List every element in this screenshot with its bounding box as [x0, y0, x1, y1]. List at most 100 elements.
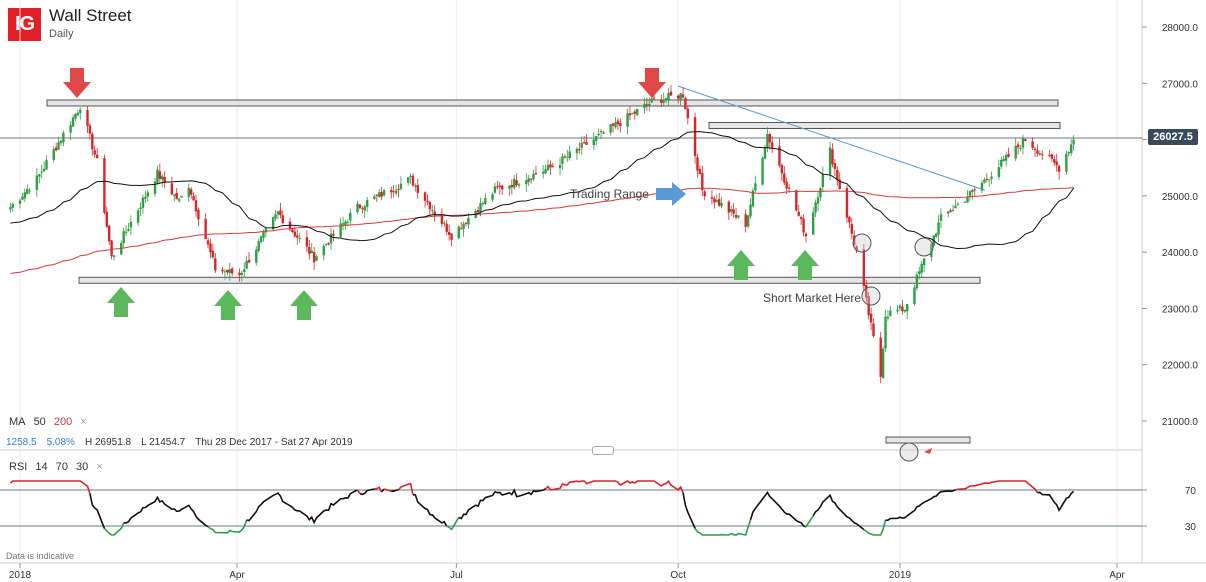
candle-body	[676, 95, 680, 99]
candle-body	[194, 200, 198, 212]
change-pct: 5.08%	[46, 437, 75, 448]
rsi-oversold[interactable]: 30	[76, 461, 88, 473]
candle-body	[973, 189, 976, 191]
ma-label: MA	[9, 416, 26, 428]
candle-body	[563, 156, 567, 158]
candle-body	[312, 252, 316, 263]
current-price-tag: 26027.5	[1148, 129, 1198, 145]
candle-body	[833, 163, 837, 169]
candle-body	[281, 215, 284, 224]
candle-body	[749, 204, 752, 217]
candle-body	[1021, 138, 1025, 148]
candle-body	[513, 178, 516, 188]
candle-body	[1065, 153, 1068, 172]
candle-body	[230, 268, 234, 274]
candle-body	[378, 192, 381, 197]
candle-body	[614, 122, 617, 128]
candle-body	[727, 201, 731, 213]
candle-body	[720, 203, 723, 207]
candle-body	[517, 184, 521, 186]
buy-arrow-icon	[791, 250, 819, 280]
range-arrow-icon	[656, 182, 686, 206]
x-tick-label: Jul	[450, 570, 463, 581]
candle-body	[648, 103, 651, 106]
candle-body	[898, 305, 902, 309]
ma-legend: MA 50 200 ×	[9, 416, 92, 428]
candle-body	[52, 149, 55, 160]
candle-body	[431, 210, 434, 212]
candle-body	[848, 216, 851, 223]
rsi-overbought[interactable]: 70	[56, 461, 68, 473]
candle-body	[238, 272, 241, 276]
rsi-close-icon[interactable]: ×	[96, 461, 102, 473]
candle-body	[447, 232, 451, 235]
candle-body	[636, 108, 639, 116]
candle-body	[397, 188, 400, 190]
candle-body	[363, 206, 366, 211]
date-range: Thu 28 Dec 2017 - Sat 27 Apr 2019	[195, 437, 353, 448]
x-tick-label: Oct	[670, 570, 686, 581]
candle-body	[88, 125, 92, 134]
candle-body	[575, 148, 579, 154]
rsi-line	[383, 488, 392, 492]
candle-body	[1072, 139, 1075, 145]
candle-body	[141, 197, 145, 208]
candle-body	[508, 185, 511, 189]
candle-body	[966, 197, 969, 203]
high-value: H 26951.8	[84, 437, 132, 448]
candle-body	[327, 243, 330, 245]
candle-body	[228, 269, 231, 274]
highlight-circle-icon	[899, 442, 919, 462]
candle-body	[11, 204, 14, 208]
ma200-period[interactable]: 200	[54, 416, 72, 428]
buy-arrow-icon	[214, 290, 242, 320]
candle-body	[922, 258, 926, 266]
candle-body	[592, 139, 596, 146]
candle-body	[95, 154, 99, 158]
candle-body	[746, 215, 750, 227]
x-tick-label: 2018	[9, 570, 32, 581]
candle-body	[197, 209, 200, 220]
candle-body	[664, 98, 668, 100]
candle-body	[527, 178, 530, 182]
candle-body	[819, 187, 822, 198]
candle-body	[934, 233, 938, 237]
panel-resize-handle[interactable]	[592, 446, 614, 455]
y-tick-label: 24000.0	[1162, 248, 1199, 259]
candle-body	[799, 217, 803, 219]
candle-body	[754, 183, 757, 191]
candle-body	[652, 97, 656, 99]
candle-body	[710, 197, 714, 199]
ma-close-icon[interactable]: ×	[80, 416, 86, 428]
candle-body	[139, 207, 142, 210]
candle-body	[464, 222, 468, 224]
candle-body	[426, 200, 429, 203]
rsi-line	[9, 480, 91, 494]
candle-body	[1053, 159, 1056, 163]
candle-body	[937, 222, 940, 235]
candle-body	[1016, 144, 1020, 148]
candle-body	[122, 231, 125, 243]
candle-body	[717, 199, 721, 206]
candle-body	[71, 117, 75, 127]
candle-body	[766, 134, 769, 149]
candle-body	[780, 165, 784, 174]
candle-body	[918, 271, 921, 275]
candle-body	[146, 192, 149, 197]
ma50-period[interactable]: 50	[34, 416, 46, 428]
candle-body	[532, 173, 535, 180]
candle-body	[406, 177, 410, 183]
candle-body	[76, 112, 80, 116]
candle-body	[462, 223, 465, 230]
rsi-period[interactable]: 14	[35, 461, 47, 473]
rsi-legend: RSI 14 70 30 ×	[9, 461, 108, 473]
price-chart[interactable]: 21000.022000.023000.024000.025000.026000…	[0, 0, 1206, 582]
rsi-line	[805, 515, 814, 528]
candle-body	[21, 196, 24, 200]
candle-body	[558, 164, 562, 169]
candle-body	[399, 183, 403, 190]
candle-body	[988, 179, 991, 181]
y-tick-label: 21000.0	[1162, 417, 1199, 428]
candle-body	[1067, 152, 1070, 154]
candle-body	[1055, 161, 1058, 166]
